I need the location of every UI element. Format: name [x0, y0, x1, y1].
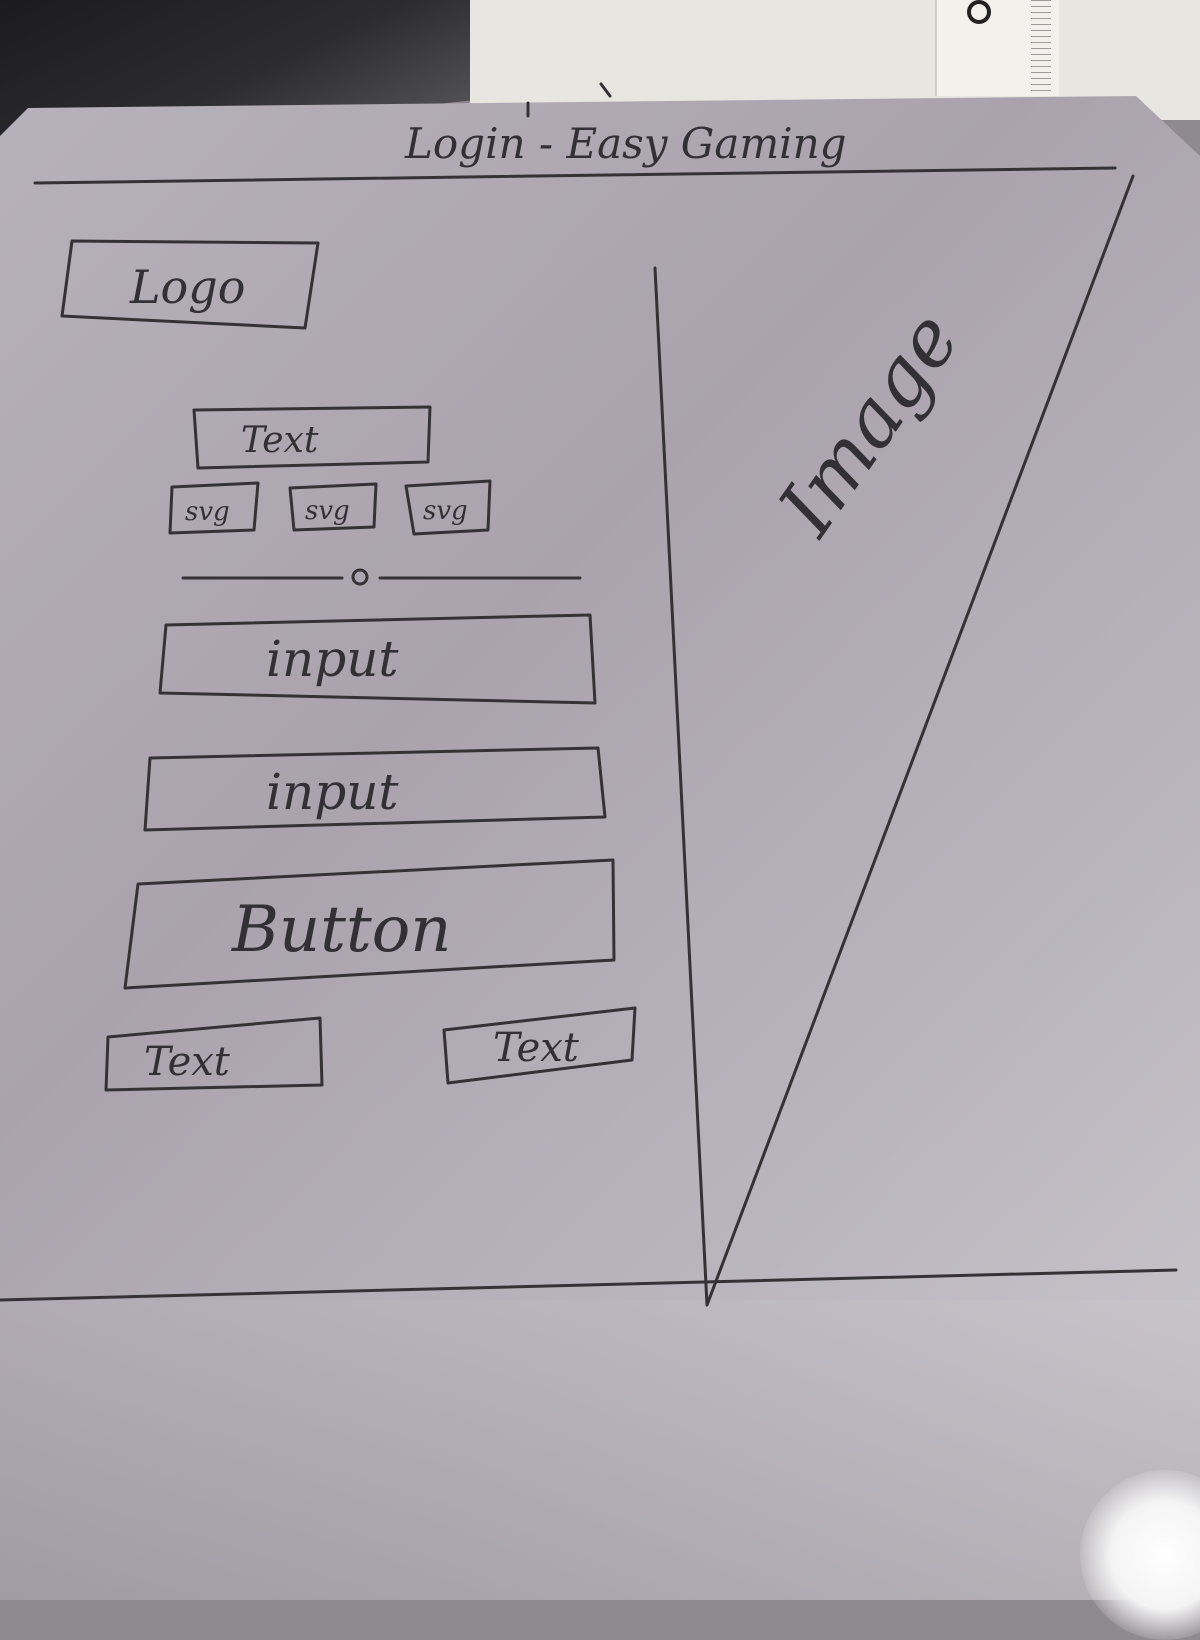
button-label: Button: [231, 893, 451, 967]
footer-link-2: Text: [493, 1025, 580, 1071]
footer-link-1: Text: [144, 1039, 231, 1085]
social-label-1: svg: [185, 497, 230, 527]
image-label: Image: [761, 297, 978, 553]
page-title: Login - Easy Gaming: [404, 119, 847, 168]
heading-text-label: Text: [241, 420, 319, 461]
ink-mark: [599, 82, 612, 98]
wireframe-sketch: Login - Easy Gaming Logo Text svg svg sv…: [0, 82, 1178, 1307]
input-label-1: input: [266, 630, 399, 688]
input-label-2: input: [266, 763, 399, 821]
social-label-3: svg: [423, 496, 468, 526]
page-bottom-line: [0, 1268, 1178, 1302]
logo-label: Logo: [129, 260, 245, 314]
social-label-2: svg: [305, 496, 350, 526]
divider-circle-icon: [351, 568, 369, 586]
header-divider-line: [33, 166, 1117, 185]
